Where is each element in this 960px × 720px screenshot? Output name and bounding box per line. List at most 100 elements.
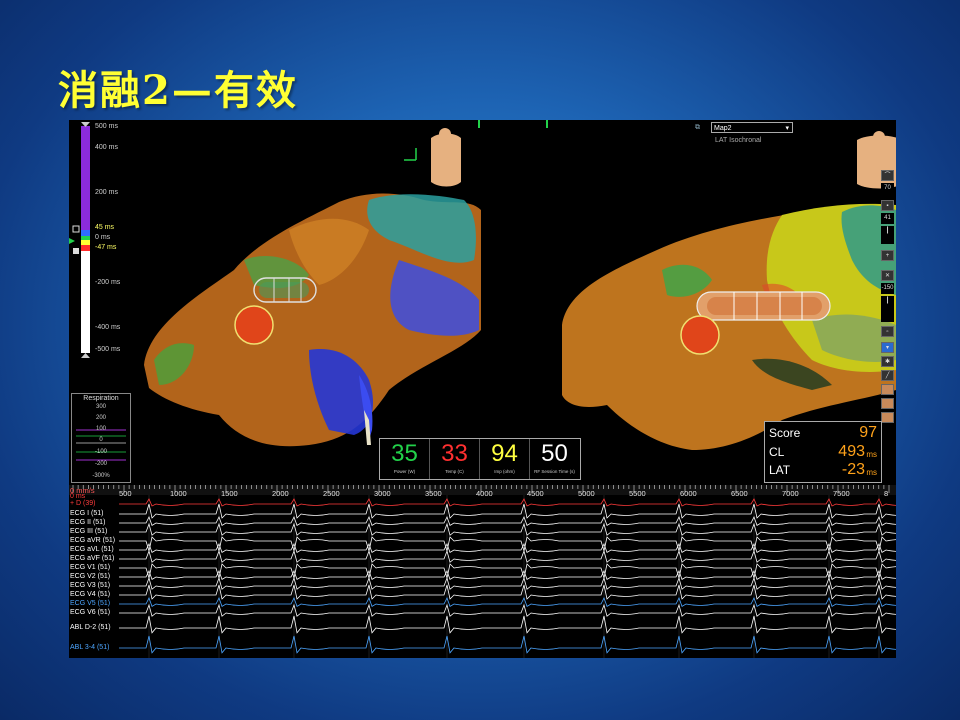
channel-label: ECG V3 (51) xyxy=(70,582,111,589)
channel-label: ECG aVL (51) xyxy=(70,546,114,553)
ecg-trace xyxy=(119,635,896,654)
ecg-waveform-canvas[interactable] xyxy=(69,485,896,658)
map-subtitle: LAT Isochronal xyxy=(715,137,762,144)
time-tick-label: 5000 xyxy=(578,489,595,498)
slider-handle[interactable]: ┃ xyxy=(881,226,894,244)
scale-handle-icon[interactable] xyxy=(72,225,80,233)
body-view-3-icon[interactable] xyxy=(881,412,894,423)
time-tick-label: 2500 xyxy=(323,489,340,498)
ecg-trace xyxy=(119,515,896,526)
scale-early-segment xyxy=(81,245,90,251)
time-tick-label: 2000 xyxy=(272,489,289,498)
time-tick-label: 6000 xyxy=(680,489,697,498)
channel-label: + D (39) xyxy=(70,500,96,507)
rf-power-cell: 35 Power (W) xyxy=(380,439,430,479)
rf-power-label: Power (W) xyxy=(393,469,416,474)
ecg-trace xyxy=(119,596,896,607)
scale-label: 45 ms xyxy=(95,224,115,231)
channel-label: ECG II (51) xyxy=(70,519,106,526)
channel-label: ECG V6 (51) xyxy=(70,609,111,616)
scale-label: -400 ms xyxy=(95,324,121,331)
rf-temp-value: 33 xyxy=(441,440,468,467)
ecg-trace xyxy=(119,503,896,519)
ecg-trace xyxy=(119,603,896,617)
scale-late-segment xyxy=(81,126,90,230)
lat-unit: ms xyxy=(866,468,877,477)
slide-title: 消融2—有效 xyxy=(58,67,298,114)
tool-value: 41 xyxy=(881,213,894,224)
ecg-trace xyxy=(119,576,896,590)
scale-marker-icon[interactable] xyxy=(69,238,75,244)
star-icon[interactable]: ✱ xyxy=(881,356,894,367)
ecg-trace xyxy=(119,563,896,579)
resp-label: 100 xyxy=(95,426,106,432)
resp-label: 200 xyxy=(95,415,106,421)
ecg-trace xyxy=(119,569,896,580)
rf-temp-cell: 33 Temp (C) xyxy=(430,439,480,479)
scale-down-arrow-icon[interactable] xyxy=(81,353,90,358)
scale-label: 0 ms xyxy=(95,234,111,241)
side-toolbar: ⌒ 70 ▪ 41 ┃ + ✕ -150 ┃ ▫ ▾ ✱ ╱ xyxy=(879,170,896,430)
channel-label: ECG V2 (51) xyxy=(70,573,111,580)
ecg-strip-panel[interactable]: 0 mm/s 500 1000 1500 2000 2500 3000 3500 4000 45… xyxy=(69,485,896,658)
ecg-trace xyxy=(119,615,896,634)
body-view-1-icon[interactable] xyxy=(881,384,894,395)
channel-label: ECG aVF (51) xyxy=(70,555,115,562)
tool-value: 70 xyxy=(881,183,894,194)
respiration-panel[interactable]: Respiration 300 200 100 0 -100 -200 -300… xyxy=(71,393,131,483)
channel-label: 0 ms xyxy=(70,493,86,500)
channel-label: ECG V5 (51) xyxy=(70,600,111,607)
time-tick-label: 3500 xyxy=(425,489,442,498)
cut-icon[interactable]: ✕ xyxy=(881,270,894,281)
cl-unit: ms xyxy=(866,450,877,459)
slider-handle-2[interactable]: ┃ xyxy=(881,296,894,322)
time-tick-label: 4000 xyxy=(476,489,493,498)
resp-label: -100 xyxy=(94,449,107,455)
layer-icon[interactable]: ⧉ xyxy=(695,124,700,132)
channel-label: ECG V1 (51) xyxy=(70,564,111,571)
ecg-trace xyxy=(119,498,896,507)
catheter-icon[interactable]: ╱ xyxy=(881,370,894,381)
time-tick-label: 1500 xyxy=(221,489,238,498)
dropdown-icon[interactable]: ▾ xyxy=(881,342,894,353)
rf-temp-label: Temp (C) xyxy=(445,469,464,474)
ecg-trace xyxy=(119,549,896,563)
map-select-value: Map2 xyxy=(714,125,732,132)
scale-label: 200 ms xyxy=(95,189,118,196)
channel-label: ECG aVR (51) xyxy=(70,537,116,544)
lock-icon[interactable]: ▫ xyxy=(881,326,894,337)
channel-label: ABL 3-4 (51) xyxy=(70,644,110,651)
rf-power-value: 35 xyxy=(391,440,418,467)
scale-label: 500 ms xyxy=(95,123,118,130)
resp-label: 300 xyxy=(95,404,106,410)
time-tick-label: 500 xyxy=(119,489,132,498)
lat-value: -23 xyxy=(841,461,865,478)
orientation-torso-icon[interactable] xyxy=(431,128,461,187)
tool-value: -150 xyxy=(881,283,894,294)
time-tick-label: 7000 xyxy=(782,489,799,498)
score-label: Score xyxy=(769,426,801,440)
time-tick-label: 1000 xyxy=(170,489,187,498)
ablation-lesion-marker-right[interactable] xyxy=(680,315,720,355)
score-value: 97 xyxy=(859,424,877,441)
resp-label: -200 xyxy=(94,461,107,467)
stat-score-row: Score 97 xyxy=(769,424,877,444)
map-select-dropdown[interactable]: Map2 ▾ xyxy=(711,122,793,133)
ablation-lesion-marker[interactable] xyxy=(234,305,274,345)
scale-blue-segment xyxy=(81,230,90,236)
time-tick-label: 5500 xyxy=(629,489,646,498)
cl-value: 493 xyxy=(838,443,865,460)
body-view-2-icon[interactable] xyxy=(881,398,894,409)
folder-icon[interactable]: ▪ xyxy=(881,200,894,211)
time-tick-label: 7500 xyxy=(833,489,850,498)
time-tick-label: 8 xyxy=(884,489,889,498)
scale-handle-low-icon[interactable] xyxy=(73,248,79,254)
lat-stats-panel: Score 97 CL 493 ms LAT -23 ms xyxy=(764,421,882,483)
scale-label: -500 ms xyxy=(95,346,121,353)
scale-neutral-segment xyxy=(81,251,90,353)
crosshair-icon[interactable]: + xyxy=(881,250,894,261)
time-tick-label: 6500 xyxy=(731,489,748,498)
mountain-icon[interactable]: ⌒ xyxy=(881,170,894,181)
scale-label: 400 ms xyxy=(95,144,118,151)
left-3d-map-view[interactable]: 500 ms 400 ms 200 ms 45 ms 0 ms -47 ms -… xyxy=(69,120,581,485)
